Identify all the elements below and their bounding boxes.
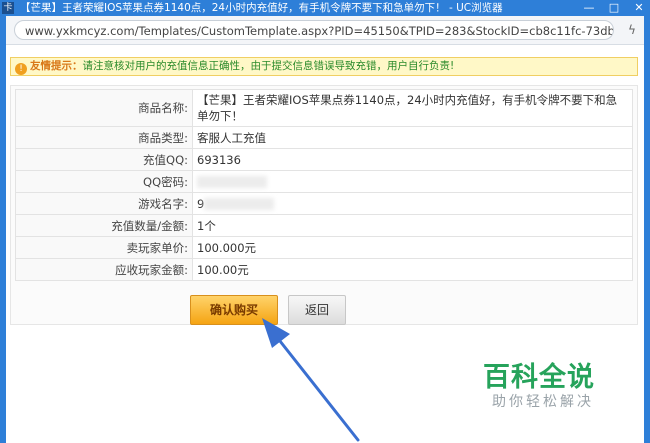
watermark-logo: 百科全说 [483, 362, 595, 393]
watermark-tagline: 助你轻松解决 [492, 394, 594, 410]
